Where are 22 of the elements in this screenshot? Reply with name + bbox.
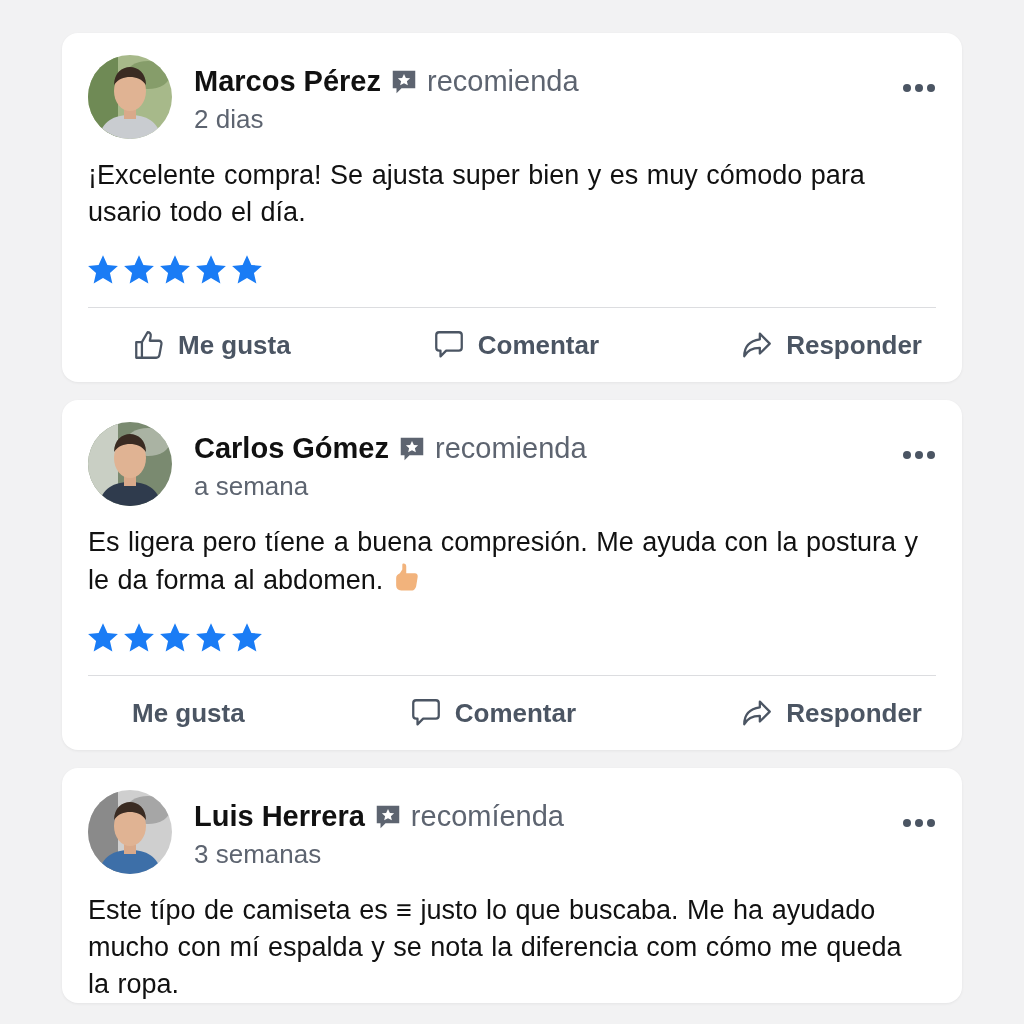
review-time: 2 dias: [194, 104, 265, 135]
review-time: 3 semanas: [194, 839, 323, 870]
reviewer-name: Luis Herrera: [194, 800, 365, 833]
comment-button[interactable]: Comentar: [408, 694, 577, 732]
reviewer-name: Carlos Gómez: [194, 432, 389, 465]
more-options-button[interactable]: [902, 450, 936, 460]
reply-button[interactable]: Responder: [740, 694, 922, 732]
recommend-label: recomienda: [427, 65, 579, 98]
review-time: a semana: [194, 471, 310, 502]
review-text: Este típo de camiseta es ≡ justo lo que buscaba. Me ha ayudado mucho con mí espalda y se nota la diferencia com cómo me queda la ropa.: [88, 894, 903, 1001]
review-text: Es ligera pero tíene a buena compresión. Me ayuda con la postura y le da forma al abdomen.: [88, 526, 918, 597]
review-text: ¡Excelente compra! Se ajusta super bien y es muy cómodo para usario todo el día.: [88, 159, 866, 229]
thumbs-up-icon: [132, 328, 166, 362]
more-options-button[interactable]: [902, 83, 936, 93]
reviewer-name: Marcos Pérez: [194, 65, 381, 98]
recommend-label: recomíenda: [410, 800, 564, 833]
like-button[interactable]: Me gusta: [132, 326, 291, 364]
reply-button[interactable]: Responder: [740, 326, 922, 364]
comment-button[interactable]: Comentar: [431, 326, 600, 364]
like-button[interactable]: Me gusta: [132, 695, 245, 731]
recommend-label: recomienda: [435, 432, 587, 465]
more-options-button[interactable]: [902, 818, 936, 828]
